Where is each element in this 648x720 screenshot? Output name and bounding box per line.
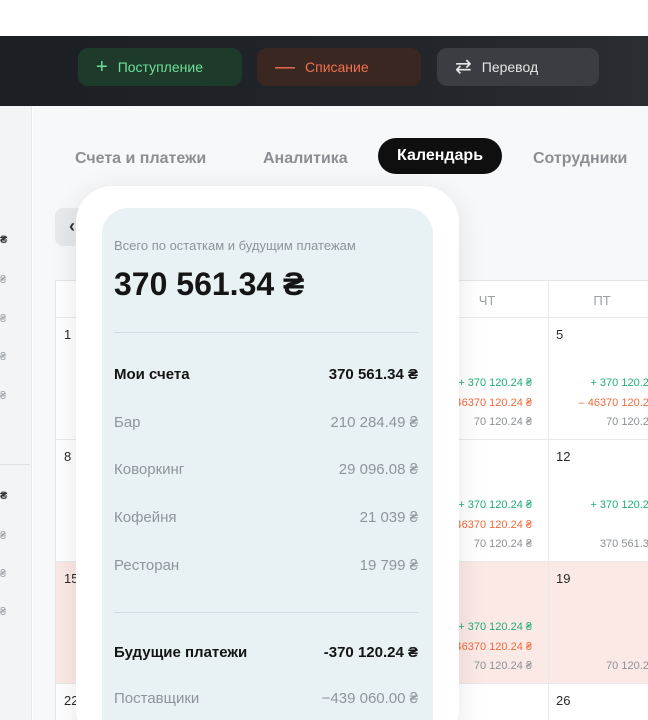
future-label: Поставщики	[114, 690, 200, 707]
future-payments-row[interactable]: Будущие платежи -370 120.24 ₴	[114, 644, 418, 664]
calendar-expense-amount: – 46370 120.24 ₴	[446, 397, 532, 409]
account-row-restaurant[interactable]: Ресторан 19 799 ₴	[114, 557, 418, 577]
calendar-expense-amount: – 46370 120.24	[578, 397, 648, 409]
account-value: 210 284.49 ₴	[330, 414, 418, 431]
account-row-bar[interactable]: Бар 210 284.49 ₴	[114, 414, 418, 434]
calendar-balance-amount: 70 120.24 ₴	[473, 660, 532, 672]
plus-icon: +	[96, 56, 108, 78]
calendar-day[interactable]: 12	[556, 449, 570, 464]
tab-calendar[interactable]: Календарь	[378, 138, 503, 174]
account-label: Ресторан	[114, 557, 180, 574]
account-value: 19 799 ₴	[359, 557, 418, 574]
tab-accounts-payments[interactable]: Счета и платежи	[75, 150, 206, 168]
account-row-coworking[interactable]: Коворкинг 29 096.08 ₴	[114, 461, 418, 481]
tab-analytics[interactable]: Аналитика	[263, 150, 348, 168]
future-value: −439 060.00 ₴	[321, 690, 418, 707]
my-accounts-row[interactable]: Мои счета 370 561.34 ₴	[114, 366, 418, 386]
account-row-coffee[interactable]: Кофейня 21 039 ₴	[114, 509, 418, 529]
sidebar-balance: ₴	[0, 568, 7, 580]
future-row-suppliers[interactable]: Поставщики −439 060.00 ₴	[114, 690, 418, 710]
calendar-day[interactable]: 26	[556, 693, 570, 708]
calendar-balance-amount: 370 561.34	[599, 538, 648, 550]
sidebar: ₴ ₴ ₴ ₴ ₴ ₴ ₴ ₴ ₴	[0, 106, 32, 720]
expense-button[interactable]: — Списание	[257, 48, 421, 86]
calendar-income-amount: + 370 120.24 ₴	[458, 377, 532, 389]
income-button[interactable]: + Поступление	[78, 48, 242, 86]
top-toolbar: + Поступление — Списание ⇄ Перевод	[0, 36, 648, 106]
summary-subtitle: Всего по остаткам и будущим платежам	[114, 238, 356, 253]
transfer-arrows-icon: ⇄	[455, 56, 472, 78]
calendar-income-amount: + 370 120.24	[590, 377, 648, 389]
account-value: 21 039 ₴	[359, 509, 418, 526]
sidebar-divider	[0, 464, 30, 465]
sidebar-balance: ₴	[0, 234, 8, 246]
account-label: Кофейня	[114, 509, 177, 526]
calendar-balance-amount: 70 120.24	[606, 416, 648, 428]
sidebar-balance: ₴	[0, 390, 7, 402]
income-label: Поступление	[117, 59, 203, 75]
transfer-button[interactable]: ⇄ Перевод	[437, 48, 599, 86]
account-value: 29 096.08 ₴	[338, 461, 418, 478]
chevron-left-icon: ‹	[69, 216, 75, 236]
expense-label: Списание	[305, 59, 369, 75]
calendar-expense-amount: – 46370 120.24 ₴	[446, 519, 532, 531]
account-label: Коворкинг	[114, 461, 185, 478]
calendar-income-amount: + 370 120.24	[590, 499, 648, 511]
sidebar-balance: ₴	[0, 313, 7, 325]
calendar-expense-amount: – 46370 120.24 ₴	[446, 641, 532, 653]
calendar-income-amount: + 370 120.24 ₴	[458, 621, 532, 633]
sidebar-balance: ₴	[0, 490, 8, 502]
summary-total: 370 561.34 ₴	[114, 266, 305, 302]
calendar-balance-amount: 70 120.24	[606, 660, 648, 672]
calendar-day[interactable]: 8	[64, 449, 71, 464]
future-payments-value: -370 120.24 ₴	[323, 644, 418, 661]
summary-divider	[114, 612, 418, 613]
calendar-column-divider	[548, 281, 549, 720]
my-accounts-label: Мои счета	[114, 366, 190, 383]
calendar-income-amount: + 370 120.24 ₴	[458, 499, 532, 511]
sidebar-balance: ₴	[0, 351, 7, 363]
account-label: Бар	[114, 414, 141, 431]
calendar-balance-amount: 70 120.24 ₴	[473, 538, 532, 550]
calendar-balance-amount: 70 120.24 ₴	[473, 416, 532, 428]
sidebar-balance: ₴	[0, 606, 7, 618]
calendar-day[interactable]: 1	[64, 327, 71, 342]
sidebar-balance: ₴	[0, 274, 7, 286]
summary-divider	[114, 332, 418, 333]
transfer-label: Перевод	[481, 59, 539, 75]
sidebar-balance: ₴	[0, 530, 7, 542]
balance-summary-panel: Всего по остаткам и будущим платежам 370…	[76, 186, 459, 720]
tab-employees[interactable]: Сотрудники	[533, 150, 627, 168]
my-accounts-value: 370 561.34 ₴	[328, 366, 418, 383]
minus-icon: —	[275, 56, 295, 78]
calendar-day[interactable]: 19	[556, 571, 570, 586]
calendar-day[interactable]: 5	[556, 327, 563, 342]
future-payments-label: Будущие платежи	[114, 644, 248, 661]
weekday-fri: ПТ	[593, 293, 611, 308]
balance-summary-card: Всего по остаткам и будущим платежам 370…	[102, 208, 433, 720]
